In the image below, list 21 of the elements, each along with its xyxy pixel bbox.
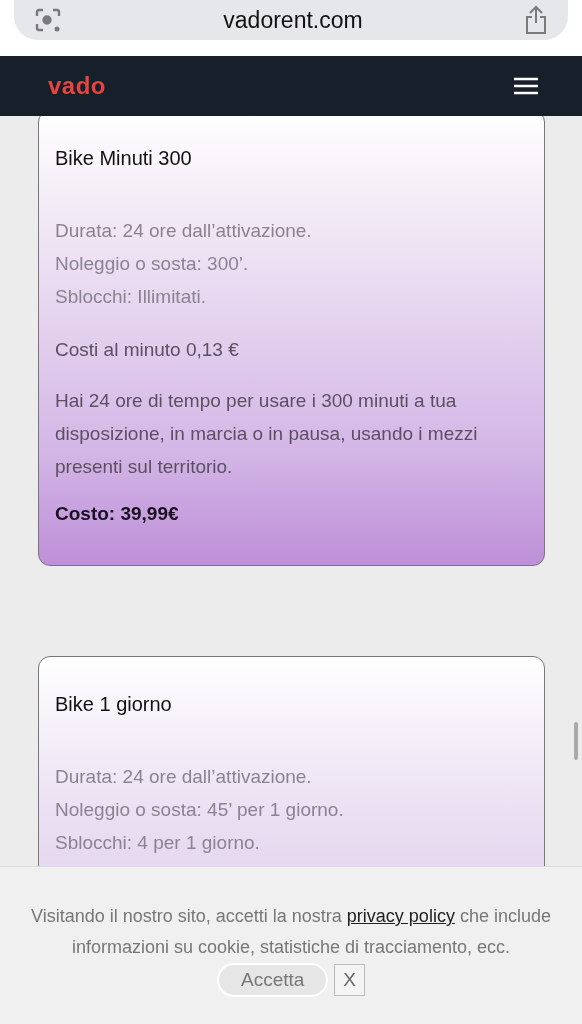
plan-description: Hai 24 ore di tempo per usare i 300 minuti a tua disposizione, in marcia o in pausa, usando i mezzi presenti sul territorio. [55,389,479,479]
accept-button[interactable]: Accetta [216,963,329,997]
plan-title: Bike Minuti 300 [55,147,193,170]
camera-search-icon[interactable] [34,7,62,33]
privacy-policy-link[interactable]: privacy policy [346,906,455,926]
scrollbar [574,722,578,760]
share-icon[interactable] [524,5,548,35]
cookie-text: Visitando il nostro sito, accetti la nostra privacy policy che include informazioni su cookie, statistiche di tracciamento, ecc. [30,905,552,959]
rate-text: Costi al minuto 0,13 € [55,338,240,362]
url-text[interactable]: vadorent.com [223,6,363,34]
plan-detail: Noleggio o sosta: 45’ per 1 giorno. [55,798,345,822]
plan-price: Costo: 39,99€ [55,503,180,525]
menu-icon[interactable] [514,77,538,95]
plan-detail: Durata: 24 ore dall’attivazione. [55,219,313,243]
close-button[interactable]: X [334,964,366,996]
plan-detail: Sblocchi: 4 per 1 giorno. [55,831,261,855]
plan-detail: Durata: 24 ore dall’attivazione. [55,765,313,789]
plan-detail: Sblocchi: Illimitati. [55,285,207,309]
logo[interactable]: vado [48,72,106,100]
plan-title: Bike 1 giorno [55,693,173,716]
plan-detail: Noleggio o sosta: 300’. [55,252,250,276]
